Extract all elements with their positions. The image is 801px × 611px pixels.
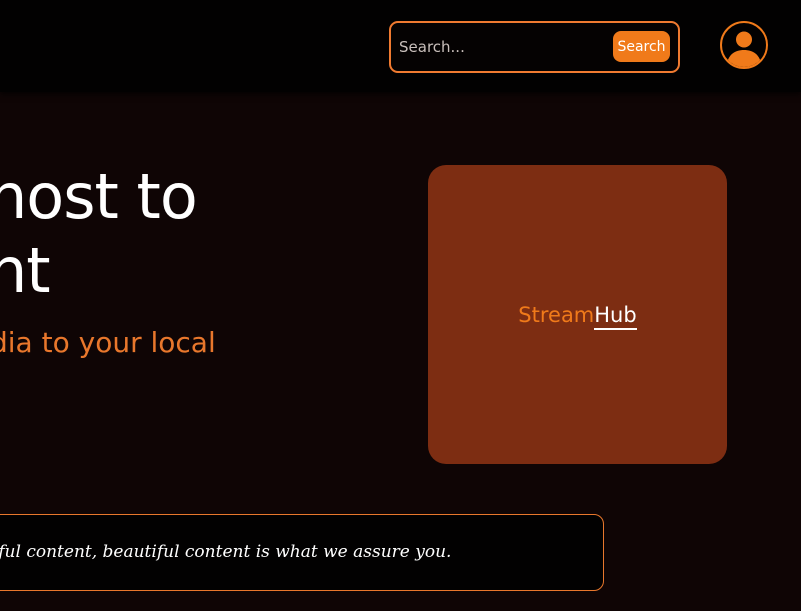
page: Search nost to nt dia to your local Stre… <box>0 0 801 611</box>
logo-text-stream: Stream <box>518 302 595 327</box>
tagline-banner: tiful content, beautiful content is what… <box>0 514 604 591</box>
logo-text-hub: Hub <box>594 302 637 330</box>
user-avatar-button[interactable] <box>720 21 768 69</box>
hero-title-line-2: nt <box>0 234 51 307</box>
search-button[interactable]: Search <box>613 31 670 62</box>
tagline-text: tiful content, beautiful content is what… <box>0 542 452 562</box>
streamhub-logo: StreamHub <box>518 301 637 330</box>
hero-subtitle: dia to your local <box>0 326 216 359</box>
hero-title: nost to nt <box>0 160 408 308</box>
hero-title-line-1: nost to <box>0 160 198 233</box>
brand-card: StreamHub <box>428 165 727 464</box>
top-navigation-bar: Search <box>0 0 801 92</box>
search-form: Search <box>389 21 680 73</box>
search-input[interactable] <box>399 34 599 60</box>
user-icon <box>726 31 762 67</box>
